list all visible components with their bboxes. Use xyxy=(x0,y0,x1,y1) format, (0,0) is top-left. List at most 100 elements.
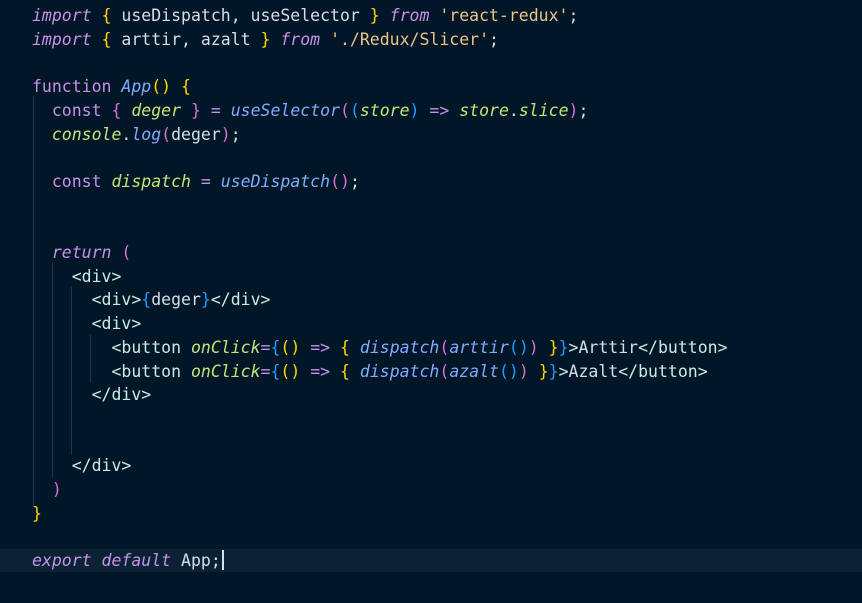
code-line[interactable] xyxy=(0,194,862,217)
code-token: <div> xyxy=(71,266,122,286)
code-text: <div> xyxy=(32,265,122,288)
code-text: ) xyxy=(32,478,62,501)
code-token: Arttir xyxy=(578,337,639,357)
code-line[interactable]: <button onClick={() => { dispatch(arttir… xyxy=(0,336,862,359)
code-token: deger xyxy=(151,290,201,310)
code-token: { xyxy=(270,337,281,357)
code-token: log xyxy=(131,124,162,144)
code-token: () xyxy=(280,337,301,357)
code-token: { xyxy=(340,337,350,357)
code-token: = xyxy=(210,100,221,120)
code-text: </div> xyxy=(32,383,152,406)
code-token: import xyxy=(32,29,92,49)
code-token: ) xyxy=(568,100,579,120)
code-text: <button onClick={() => { dispatch(arttir… xyxy=(32,336,728,359)
code-line[interactable]: } xyxy=(0,502,862,525)
code-line[interactable]: </div> xyxy=(0,383,862,406)
code-line[interactable]: function App() { xyxy=(0,75,862,98)
code-token: ( xyxy=(121,243,132,262)
code-line[interactable] xyxy=(0,431,862,454)
code-line[interactable]: import { arttir, azalt } from './Redux/S… xyxy=(0,28,862,51)
code-line[interactable] xyxy=(0,407,862,430)
code-token: { xyxy=(101,29,112,49)
code-line[interactable]: <div> xyxy=(0,265,862,288)
code-text: import { arttir, azalt } from './Redux/S… xyxy=(32,28,499,51)
code-token: arttir, azalt xyxy=(111,29,261,49)
code-token: ; xyxy=(349,171,360,191)
code-token: } xyxy=(190,100,201,120)
code-line[interactable] xyxy=(0,217,862,240)
code-line[interactable]: ) xyxy=(0,478,862,501)
text-cursor xyxy=(221,550,224,571)
code-token: azalt xyxy=(449,361,499,381)
code-token: { xyxy=(111,100,122,120)
code-line[interactable]: const { deger } = useSelector((store) =>… xyxy=(0,99,862,122)
code-line[interactable] xyxy=(0,146,862,169)
code-line[interactable]: <button onClick={() => { dispatch(azalt(… xyxy=(0,360,862,383)
code-token: const xyxy=(51,171,102,191)
code-token: . xyxy=(508,100,519,120)
code-token: <div> xyxy=(91,290,142,310)
code-line[interactable] xyxy=(0,51,862,74)
code-line[interactable]: return ( xyxy=(0,241,862,264)
code-token: </div> xyxy=(210,290,271,310)
code-token: ; xyxy=(230,124,241,144)
code-token: = xyxy=(260,337,271,357)
code-token: . xyxy=(121,124,132,144)
code-token: => xyxy=(310,337,331,357)
code-token: </button> xyxy=(638,337,728,357)
code-token: > xyxy=(568,337,579,357)
code-line[interactable]: import { useDispatch, useSelector } from… xyxy=(0,4,862,27)
code-text: const { deger } = useSelector((store) =>… xyxy=(32,99,589,122)
code-line[interactable]: <div> xyxy=(0,312,862,335)
code-text: <div> xyxy=(32,312,142,335)
code-token: => xyxy=(310,361,331,381)
code-token: deger xyxy=(171,124,221,144)
code-text: </div> xyxy=(32,454,132,477)
code-token: = xyxy=(200,171,211,191)
code-token: ( xyxy=(349,100,360,120)
code-token: <div> xyxy=(91,314,142,334)
code-token: console xyxy=(51,124,122,144)
code-token: ; xyxy=(568,6,579,25)
code-line[interactable]: <div>{deger}</div> xyxy=(0,288,862,311)
code-token: './Redux/Slicer' xyxy=(330,29,490,49)
code-token: dispatch xyxy=(359,337,440,357)
code-token: => xyxy=(429,100,450,120)
code-text: <button onClick={() => { dispatch(azalt(… xyxy=(32,360,708,383)
code-token: } xyxy=(538,361,549,381)
code-token: { xyxy=(101,6,112,25)
code-token: useDispatch xyxy=(220,171,331,191)
code-token: () xyxy=(508,337,529,357)
code-editor[interactable]: import { useDispatch, useSelector } from… xyxy=(0,0,862,603)
code-line[interactable]: export default App; xyxy=(0,549,862,573)
code-token: from xyxy=(389,6,430,25)
code-token: <button xyxy=(111,361,182,381)
code-line[interactable]: console.log(deger); xyxy=(0,123,862,146)
code-line[interactable] xyxy=(0,525,862,548)
code-text: console.log(deger); xyxy=(32,123,241,146)
code-line[interactable]: </div> xyxy=(0,454,862,477)
code-line[interactable]: const dispatch = useDispatch(); xyxy=(0,170,862,193)
code-token: slice xyxy=(518,100,569,120)
code-token: ) xyxy=(518,361,529,381)
code-token: </button> xyxy=(618,361,708,381)
